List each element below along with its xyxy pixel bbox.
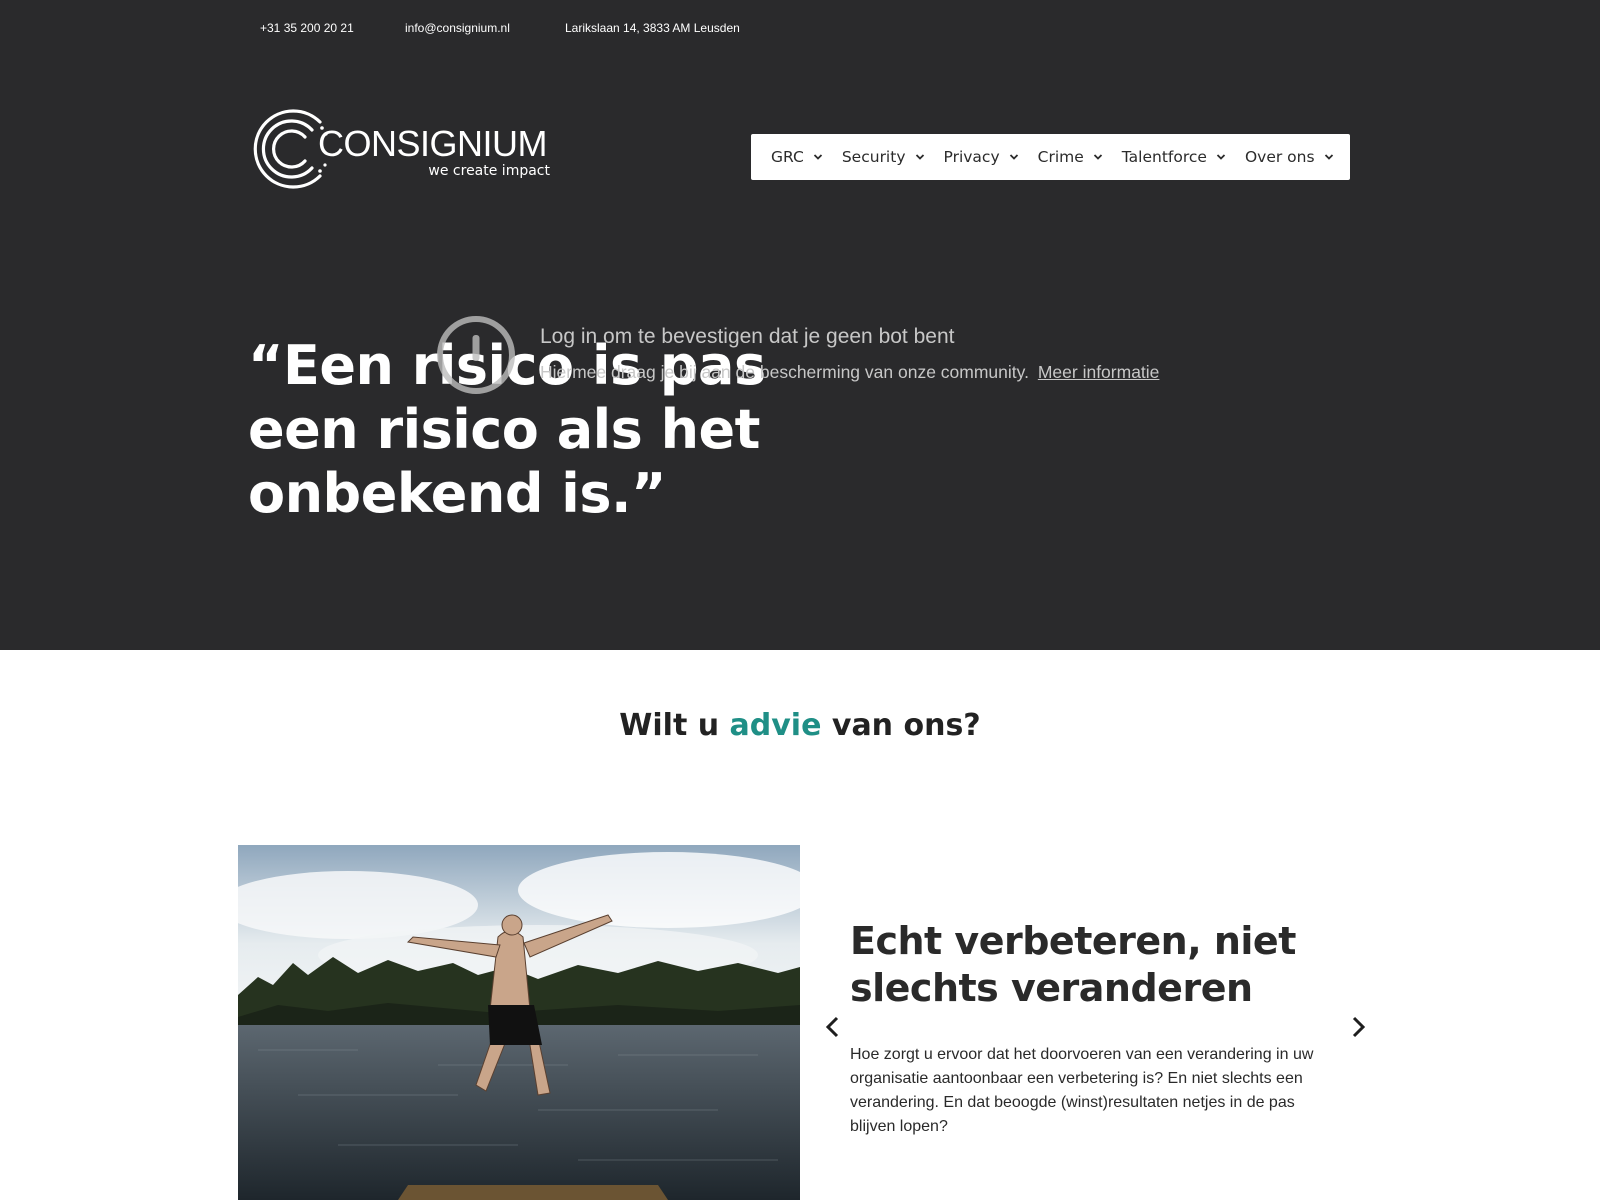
logo-wordmark: CONSIGNIUM (318, 123, 548, 164)
nav-item-security[interactable]: Security (842, 148, 925, 166)
nav-item-label: GRC (771, 148, 804, 166)
chevron-down-icon (1216, 154, 1226, 160)
nav-item-label: Security (841, 148, 906, 166)
email-link[interactable]: info@consignium.nl (405, 21, 510, 35)
advice-heading-before: Wilt u (619, 708, 730, 743)
bot-notice-description: Hiermee draag je bij aan de bescherming … (540, 362, 1159, 383)
chevron-left-icon[interactable] (821, 1014, 845, 1040)
address-text: Larikslaan 14, 3833 AM Leusden (565, 21, 740, 35)
chevron-down-icon (1009, 154, 1018, 160)
bot-notice-text: Hiermee draag je bij aan de bescherming … (540, 362, 1029, 382)
nav-item-label: Talentforce (1121, 148, 1207, 166)
nav-item-label: Over ons (1244, 148, 1315, 166)
chevron-down-icon (813, 154, 822, 160)
slide-text: Hoe zorgt u ervoor dat het doorvoeren va… (850, 1046, 1314, 1135)
nav-item-label: Crime (1037, 148, 1084, 166)
advice-heading-after: van ons? (821, 708, 981, 743)
more-info-link[interactable]: Meer informatie (1038, 362, 1160, 382)
nav-item-grc[interactable]: GRC (771, 148, 823, 166)
logo-tagline: we create impact (428, 163, 550, 179)
nav-item-crime[interactable]: Crime (1038, 148, 1103, 166)
chevron-down-icon (1093, 154, 1102, 160)
logo[interactable]: CONSIGNIUM we create impact (250, 108, 555, 190)
slide-image (238, 845, 800, 1200)
main-navigation: GRC Security Privacy Crime Talentforce O… (751, 134, 1350, 180)
chevron-down-icon (1324, 154, 1333, 160)
nav-item-privacy[interactable]: Privacy (944, 148, 1019, 166)
advice-heading-accent: advie (729, 708, 822, 743)
bot-verification-notice: Log in om te bevestigen dat je geen bot … (436, 315, 1196, 395)
phone-link[interactable]: +31 35 200 20 21 (260, 21, 354, 35)
nav-item-label: Privacy (943, 148, 1000, 166)
chevron-down-icon (915, 154, 924, 160)
nav-item-over-ons[interactable]: Over ons (1245, 148, 1334, 166)
bot-notice-title: Log in om te bevestigen dat je geen bot … (540, 325, 955, 348)
nav-item-talentforce[interactable]: Talentforce (1122, 148, 1226, 166)
chevron-right-icon[interactable] (1346, 1014, 1370, 1040)
slide-title: Echt verbeteren, niet slechts veranderen (850, 919, 1296, 1010)
advice-heading: Wilt u advie van ons? (0, 708, 1600, 743)
hero-section: +31 35 200 20 21 info@consignium.nl Lari… (0, 0, 1600, 650)
alert-icon (437, 316, 515, 394)
